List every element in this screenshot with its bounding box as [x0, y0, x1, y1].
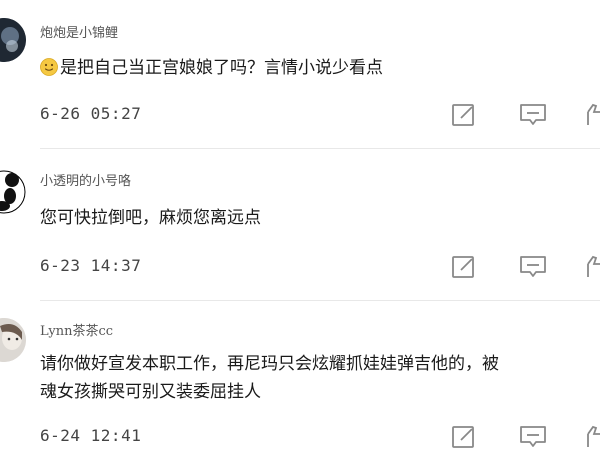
avatar[interactable] [0, 18, 26, 62]
comment-time: 6-23 14:37 [40, 256, 142, 275]
avatar[interactable] [0, 318, 26, 362]
comment-icon[interactable] [518, 102, 546, 128]
comment-text: 是把自己当正宫娘娘了吗？言情小说少看点 [40, 54, 383, 82]
comment-item: Lynn茶茶cc 请你做好宣发本职工作，再尼玛只会炫耀抓娃娃弹吉他的，被 魂女孩… [0, 302, 600, 449]
username[interactable]: 炮炮是小锦鲤 [40, 22, 118, 41]
comment-icon[interactable] [518, 254, 546, 280]
like-icon[interactable] [584, 102, 600, 128]
divider [40, 300, 600, 301]
comment-text-line-1: 请你做好宣发本职工作，再尼玛只会炫耀抓娃娃弹吉他的，被 [40, 354, 499, 374]
comment-item: 炮炮是小锦鲤 是把自己当正宫娘娘了吗？言情小说少看点 6-26 05:27 [0, 0, 600, 148]
like-icon[interactable] [584, 254, 600, 280]
edit-icon[interactable] [450, 424, 478, 449]
username[interactable]: 小透明的小号咯 [40, 170, 131, 189]
comment-icon[interactable] [518, 424, 546, 449]
divider [40, 148, 600, 149]
comment-text: 您可快拉倒吧，麻烦您离远点 [40, 208, 261, 228]
comment-item: 小透明的小号咯 您可快拉倒吧，麻烦您离远点 6-23 14:37 [0, 150, 600, 300]
comment-text-line-2: 魂女孩撕哭可别又装委屈挂人 [40, 382, 261, 402]
like-icon[interactable] [584, 424, 600, 449]
comment-time: 6-26 05:27 [40, 104, 142, 123]
comment-text-content: 是把自己当正宫娘娘了吗？言情小说少看点 [60, 58, 383, 78]
edit-icon[interactable] [450, 254, 478, 280]
comment-time: 6-24 12:41 [40, 426, 142, 445]
username[interactable]: Lynn茶茶cc [40, 320, 113, 339]
slightly-smiling-face-icon [40, 57, 58, 76]
edit-icon[interactable] [450, 102, 478, 128]
avatar[interactable] [0, 170, 26, 214]
